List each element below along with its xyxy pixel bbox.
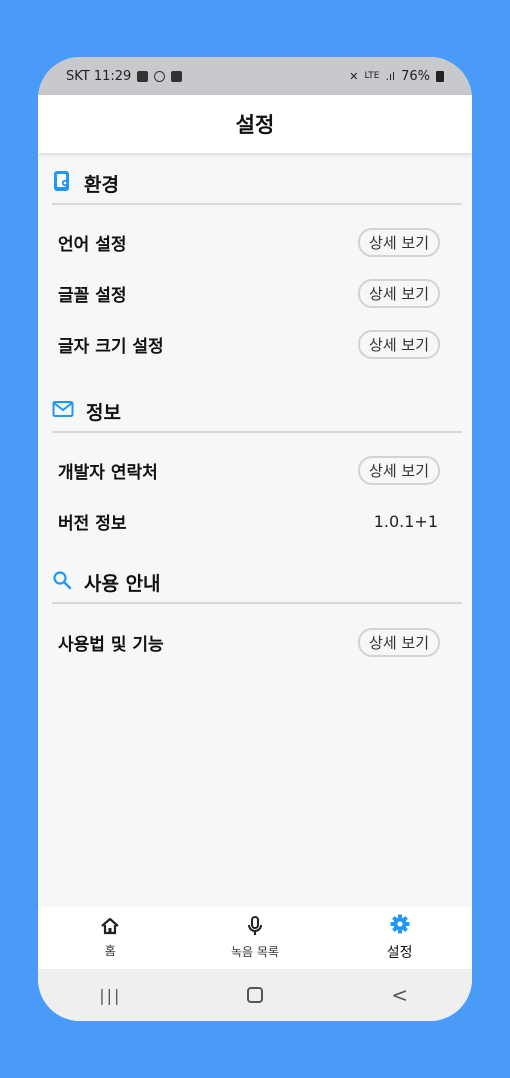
detail-button[interactable]: 상세 보기 bbox=[358, 627, 440, 657]
page-title: 설정 bbox=[235, 113, 275, 137]
section-title: 환경 bbox=[84, 173, 119, 196]
system-home-button[interactable] bbox=[215, 987, 295, 1003]
phone-screen: SKT 11:29 ✕ LTE .ıl 76% 설정 환경 언어 설정 상세 보… bbox=[38, 57, 472, 1021]
row-usage-and-features: 사용법 및 기능 상세 보기 bbox=[58, 625, 440, 659]
signal-icon: .ıl bbox=[385, 69, 396, 83]
version-value: 1.0.1+1 bbox=[373, 511, 438, 531]
detail-button[interactable]: 상세 보기 bbox=[358, 329, 440, 359]
gallery-icon bbox=[137, 70, 149, 82]
section-usage-guide: 사용 안내 bbox=[52, 562, 462, 604]
app-bar: 설정 bbox=[38, 95, 472, 153]
mic-icon bbox=[247, 916, 263, 939]
row-font-settings: 글꼴 설정 상세 보기 bbox=[58, 276, 440, 310]
row-developer-contact: 개발자 연락처 상세 보기 bbox=[58, 453, 440, 487]
system-nav-bar: ||| < bbox=[38, 969, 472, 1021]
section-info: 정보 bbox=[52, 391, 462, 433]
notification-icon bbox=[171, 70, 183, 82]
alarm-icon bbox=[154, 70, 166, 82]
lte-label: LTE bbox=[364, 71, 380, 81]
detail-button[interactable]: 상세 보기 bbox=[358, 455, 440, 485]
detail-button[interactable]: 상세 보기 bbox=[358, 227, 440, 257]
carrier-time: SKT 11:29 bbox=[66, 68, 132, 84]
home-icon bbox=[100, 917, 120, 938]
battery-icon bbox=[436, 70, 444, 82]
nav-label: 홈 bbox=[104, 944, 116, 958]
back-icon: < bbox=[391, 983, 409, 1007]
bottom-nav: 홈 녹음 목록 설정 bbox=[38, 907, 472, 969]
row-label: 글자 크기 설정 bbox=[58, 336, 164, 357]
row-language-settings: 언어 설정 상세 보기 bbox=[58, 225, 440, 259]
nav-recordings[interactable]: 녹음 목록 bbox=[200, 916, 310, 960]
section-title: 정보 bbox=[86, 401, 121, 424]
row-label: 개발자 연락처 bbox=[58, 462, 158, 483]
status-bar: SKT 11:29 ✕ LTE .ıl 76% bbox=[38, 57, 472, 95]
row-text-size-settings: 글자 크기 설정 상세 보기 bbox=[58, 327, 440, 361]
gear-icon bbox=[390, 914, 410, 938]
battery-percent: 76% bbox=[401, 68, 430, 84]
detail-button[interactable]: 상세 보기 bbox=[358, 278, 440, 308]
mute-icon: ✕ bbox=[349, 69, 359, 83]
system-home-icon bbox=[246, 987, 263, 1003]
recents-icon: ||| bbox=[99, 985, 122, 1005]
row-label: 버전 정보 bbox=[58, 513, 127, 534]
recents-button[interactable]: ||| bbox=[70, 986, 150, 1005]
section-title: 사용 안내 bbox=[84, 572, 161, 595]
section-environment: 환경 bbox=[52, 163, 462, 205]
row-label: 언어 설정 bbox=[58, 234, 127, 255]
back-button[interactable]: < bbox=[360, 983, 440, 1007]
row-label: 사용법 및 기능 bbox=[58, 634, 164, 655]
nav-home[interactable]: 홈 bbox=[55, 917, 165, 959]
mail-icon bbox=[52, 400, 74, 423]
row-version-info: 버전 정보 1.0.1+1 bbox=[58, 504, 440, 538]
row-label: 글꼴 설정 bbox=[58, 285, 127, 306]
nav-label: 설정 bbox=[386, 945, 413, 961]
search-icon bbox=[52, 570, 72, 595]
phone-settings-icon bbox=[52, 170, 72, 197]
nav-settings[interactable]: 설정 bbox=[345, 914, 455, 962]
nav-label: 녹음 목록 bbox=[230, 945, 279, 959]
